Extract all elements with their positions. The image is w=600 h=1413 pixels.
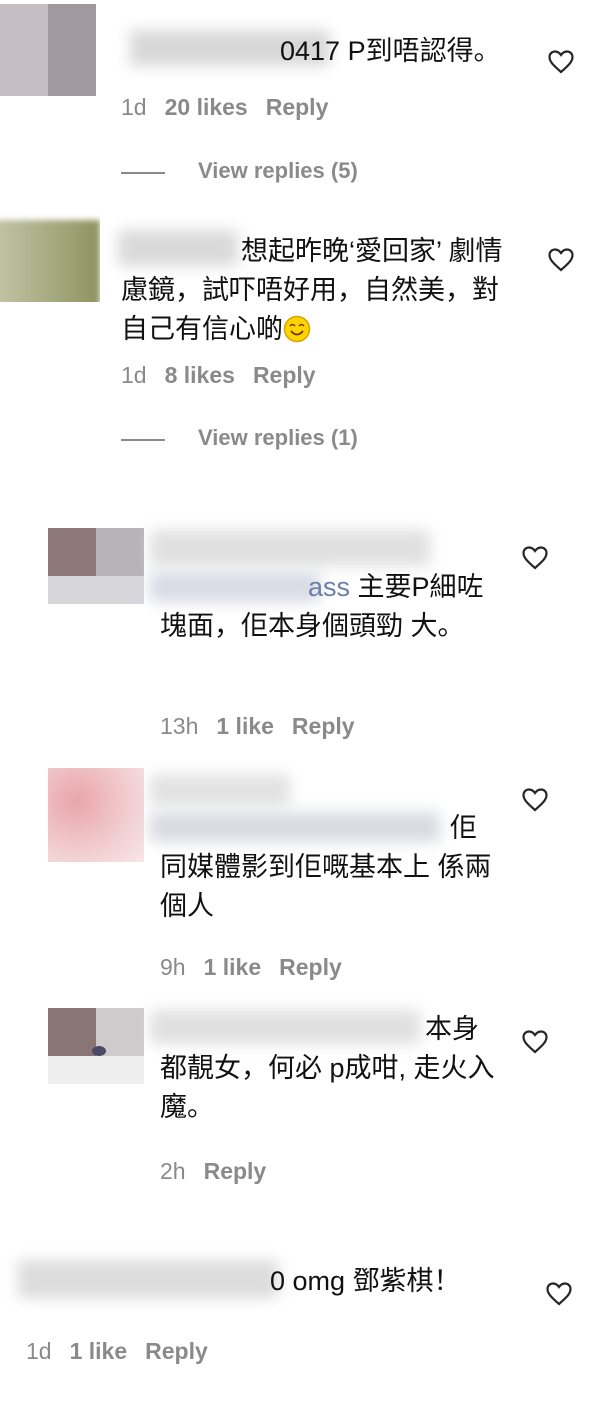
timestamp: 1d: [121, 94, 147, 120]
mention-link[interactable]: ass: [308, 572, 350, 602]
avatar[interactable]: [48, 1008, 144, 1084]
username-blurred[interactable]: [18, 1260, 278, 1298]
likes-count[interactable]: 1 like: [70, 1338, 128, 1365]
comment-text: 0417 P到唔認得。: [280, 36, 501, 66]
reply-button[interactable]: Reply: [204, 1158, 267, 1185]
likes-count[interactable]: 1 like: [216, 713, 274, 740]
avatar[interactable]: [48, 528, 144, 604]
comment-text: 0 omg 鄧紫棋！: [270, 1266, 461, 1296]
comment-text: 想起昨晚‘愛回家’ 劇情 慮鏡，試吓唔好用，自然美，對 自己有信心啲: [121, 236, 503, 344]
timestamp: 1d: [121, 362, 147, 388]
heart-outline-icon[interactable]: [522, 788, 548, 812]
reply-button[interactable]: Reply: [253, 362, 316, 389]
reply-button[interactable]: Reply: [292, 713, 355, 740]
timestamp: 13h: [160, 713, 199, 739]
view-replies-line: [121, 172, 165, 174]
avatar[interactable]: [0, 210, 100, 302]
reply-button[interactable]: Reply: [145, 1338, 208, 1365]
comment-text: 佢 同媒體影到佢嘅基本上 係兩個人: [160, 813, 492, 921]
comment-meta: 1d 1 like Reply: [26, 1338, 208, 1365]
comment-meta: 9h 1 like Reply: [160, 954, 342, 981]
comment-meta: 13h 1 like Reply: [160, 713, 355, 740]
comment-text: ass 主要P細咗 塊面，佢本身個頭勁 大。: [160, 572, 484, 641]
avatar[interactable]: [0, 4, 96, 96]
timestamp: 1d: [26, 1338, 52, 1364]
likes-count[interactable]: 8 likes: [165, 362, 235, 389]
view-replies-button[interactable]: View replies (1): [198, 425, 358, 451]
username-blurred[interactable]: [150, 530, 430, 566]
comment-meta: 2h Reply: [160, 1158, 266, 1185]
comment-meta: 1d 20 likes Reply: [121, 94, 328, 121]
heart-outline-icon[interactable]: [522, 1030, 548, 1054]
comment-meta: 1d 8 likes Reply: [121, 362, 316, 389]
timestamp: 9h: [160, 954, 186, 980]
view-replies-button[interactable]: View replies (5): [198, 158, 358, 184]
heart-outline-icon[interactable]: [522, 546, 548, 570]
heart-outline-icon[interactable]: [546, 1282, 572, 1306]
reply-button[interactable]: Reply: [279, 954, 342, 981]
heart-outline-icon[interactable]: [548, 50, 574, 74]
avatar[interactable]: [48, 768, 144, 862]
smiling-face-icon: [283, 315, 311, 343]
reply-button[interactable]: Reply: [266, 94, 329, 121]
timestamp: 2h: [160, 1158, 186, 1184]
comment-text: 本身 都靚女，何必 p成咁, 走火入魔。: [160, 1014, 495, 1122]
likes-count[interactable]: 1 like: [204, 954, 262, 981]
view-replies-line: [121, 439, 165, 441]
likes-count[interactable]: 20 likes: [165, 94, 248, 121]
username-blurred[interactable]: [150, 774, 290, 806]
heart-outline-icon[interactable]: [548, 248, 574, 272]
